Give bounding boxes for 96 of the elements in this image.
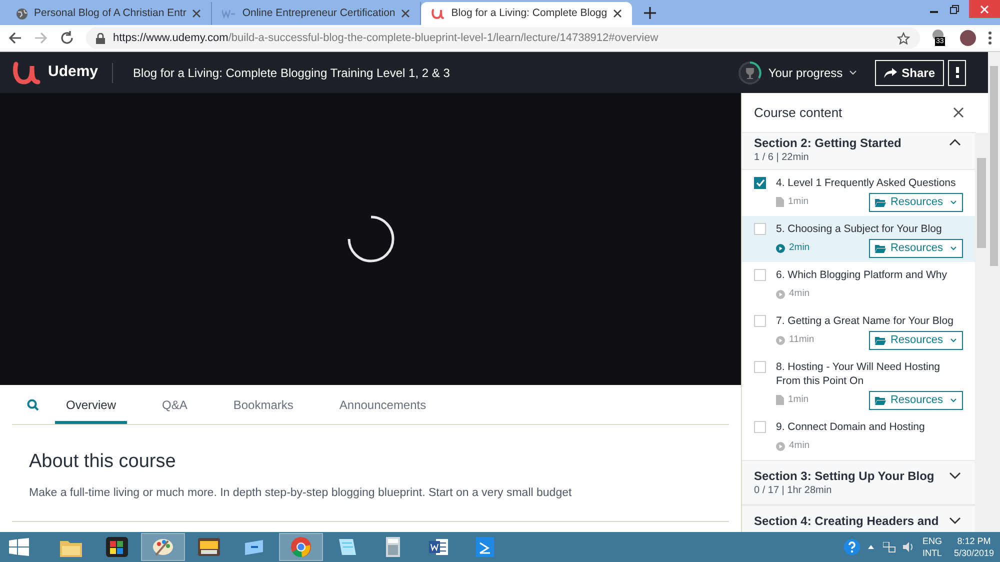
section-heading: About this course [29, 451, 177, 473]
lecture-title: 5. Choosing a Subject for Your Blog [776, 222, 943, 236]
globe-icon [16, 8, 28, 20]
close-icon [192, 9, 202, 18]
logo-text[interactable]: Udemy [48, 61, 98, 84]
play-icon [776, 336, 785, 344]
drive-icon [196, 535, 222, 559]
back-icon[interactable] [8, 31, 22, 45]
close-icon [401, 9, 410, 18]
trophy-icon [746, 68, 754, 78]
content-tab[interactable]: Bookmarks [222, 385, 304, 424]
document-icon [776, 395, 784, 405]
close-icon [980, 4, 989, 14]
panel-title: Course content [754, 104, 842, 122]
course-title: Blog for a Living: Complete Blogging Training Level 1, 2 & 3 [133, 64, 450, 82]
document-icon [776, 197, 784, 207]
network-icon[interactable] [883, 542, 896, 552]
share-icon [884, 68, 897, 78]
chevron-down-icon [950, 246, 958, 250]
search-icon[interactable] [27, 398, 39, 410]
chevron-down-icon [950, 338, 958, 342]
checkbox[interactable] [754, 269, 766, 281]
chevron-down-icon [949, 517, 962, 524]
colorful-tiles-icon [104, 535, 130, 559]
url-text: https://www.udemy.com/build-a-successful-blog-the-complete-blueprint-level-1/learn/lecture/14738912#overview [113, 30, 658, 46]
content-tab[interactable]: Announcements [328, 385, 438, 424]
folder-icon [875, 198, 886, 206]
wa-logo-icon [222, 8, 236, 20]
lecture-title: 8. Hosting - Your Will Need Hosting From this Point On [776, 360, 941, 388]
checkbox[interactable] [754, 223, 766, 235]
checkmark-icon [756, 179, 764, 187]
lecture-item[interactable]: 5. Choosing a Subject for Your Blog 2min Resources [742, 216, 976, 262]
folder-icon [875, 396, 886, 404]
chrome-icon [288, 535, 314, 559]
folder-icon [875, 336, 886, 344]
lecture-title: 9. Connect Domain and Hosting [776, 420, 926, 434]
progress-ring [750, 61, 762, 78]
menu-icon[interactable] [988, 31, 992, 45]
loading-spinner-icon [346, 215, 394, 263]
duration-text: 4min [789, 438, 810, 453]
windows-start-icon[interactable] [9, 538, 29, 556]
folder-icon [875, 244, 886, 252]
more-icon [956, 67, 958, 78]
duration-text: 4min [789, 286, 810, 301]
close-icon [613, 9, 622, 18]
caret-up-icon[interactable] [868, 545, 874, 549]
play-icon [776, 290, 785, 298]
duration-text: 11min [789, 332, 814, 347]
section-header[interactable]: Section 4: Creating Headers and [742, 505, 976, 532]
chevron-down-icon [949, 472, 962, 479]
lecture-title: 6. Which Blogging Platform and Why [776, 268, 948, 282]
chevron-up-icon [949, 139, 962, 146]
duration-text: 2min [789, 240, 810, 255]
help-icon[interactable] [844, 539, 860, 555]
play-icon [776, 244, 785, 252]
resources-button[interactable]: Resources [869, 330, 964, 350]
clock[interactable]: 8:12 PM 5/30/2019 [954, 535, 994, 559]
duration-text: 1min [788, 194, 809, 209]
logo-icon [12, 60, 42, 86]
checkbox[interactable] [754, 421, 766, 433]
lecture-title: 4. Level 1 Frequently Asked Questions [776, 176, 957, 190]
address-bar[interactable]: https://www.udemy.com/build-a-successful-blog-the-complete-blueprint-level-1/learn/lecture/14738912#overview [86, 27, 920, 49]
resources-button[interactable]: Resources [869, 238, 964, 258]
course-description: Make a full-time living or much more. In depth step-by-step blogging blueprint. Start on a very small budget [29, 486, 573, 501]
star-icon[interactable] [897, 32, 910, 44]
chevron-down-icon [950, 398, 958, 402]
udemy-logo-icon [431, 8, 446, 20]
resources-button[interactable]: Resources [869, 390, 964, 410]
progress-button[interactable]: Your progress [738, 60, 857, 84]
close-icon[interactable] [953, 107, 964, 118]
lecture-title: 7. Getting a Great Name for Your Blog [776, 314, 954, 328]
checkbox[interactable] [754, 315, 766, 327]
browser-tab[interactable]: Blog for a Living: Complete Blogg [421, 2, 632, 25]
duration-text: 1min [788, 392, 809, 407]
language-indicator[interactable]: ENG INTL [922, 535, 942, 559]
chevron-down-icon [848, 70, 857, 75]
section-header[interactable]: Section 2: Getting Started 1 / 6 | 22min [742, 133, 976, 170]
speaker-icon[interactable] [903, 542, 914, 552]
content-tab[interactable]: Overview [55, 385, 128, 424]
content-tab[interactable]: Q&A [151, 385, 198, 424]
checkbox[interactable] [754, 361, 766, 373]
play-icon [776, 442, 785, 450]
reload-icon[interactable] [60, 31, 74, 45]
checkbox[interactable] [754, 177, 766, 189]
new-tab-icon[interactable] [644, 7, 656, 19]
chevron-down-icon [950, 200, 958, 204]
page-scrollbar[interactable] [988, 52, 1000, 532]
resources-button[interactable]: Resources [869, 192, 964, 212]
more-button[interactable] [948, 60, 966, 86]
lock-icon [96, 32, 105, 44]
share-button[interactable]: Share [874, 60, 944, 86]
close-window-button[interactable] [969, 0, 1000, 18]
restore-icon [950, 5, 959, 14]
section-header[interactable]: Section 3: Setting Up Your Blog 0 / 17 | 1hr 28min [742, 460, 976, 505]
scrollbar[interactable] [975, 133, 988, 532]
avatar-icon[interactable] [960, 30, 976, 46]
